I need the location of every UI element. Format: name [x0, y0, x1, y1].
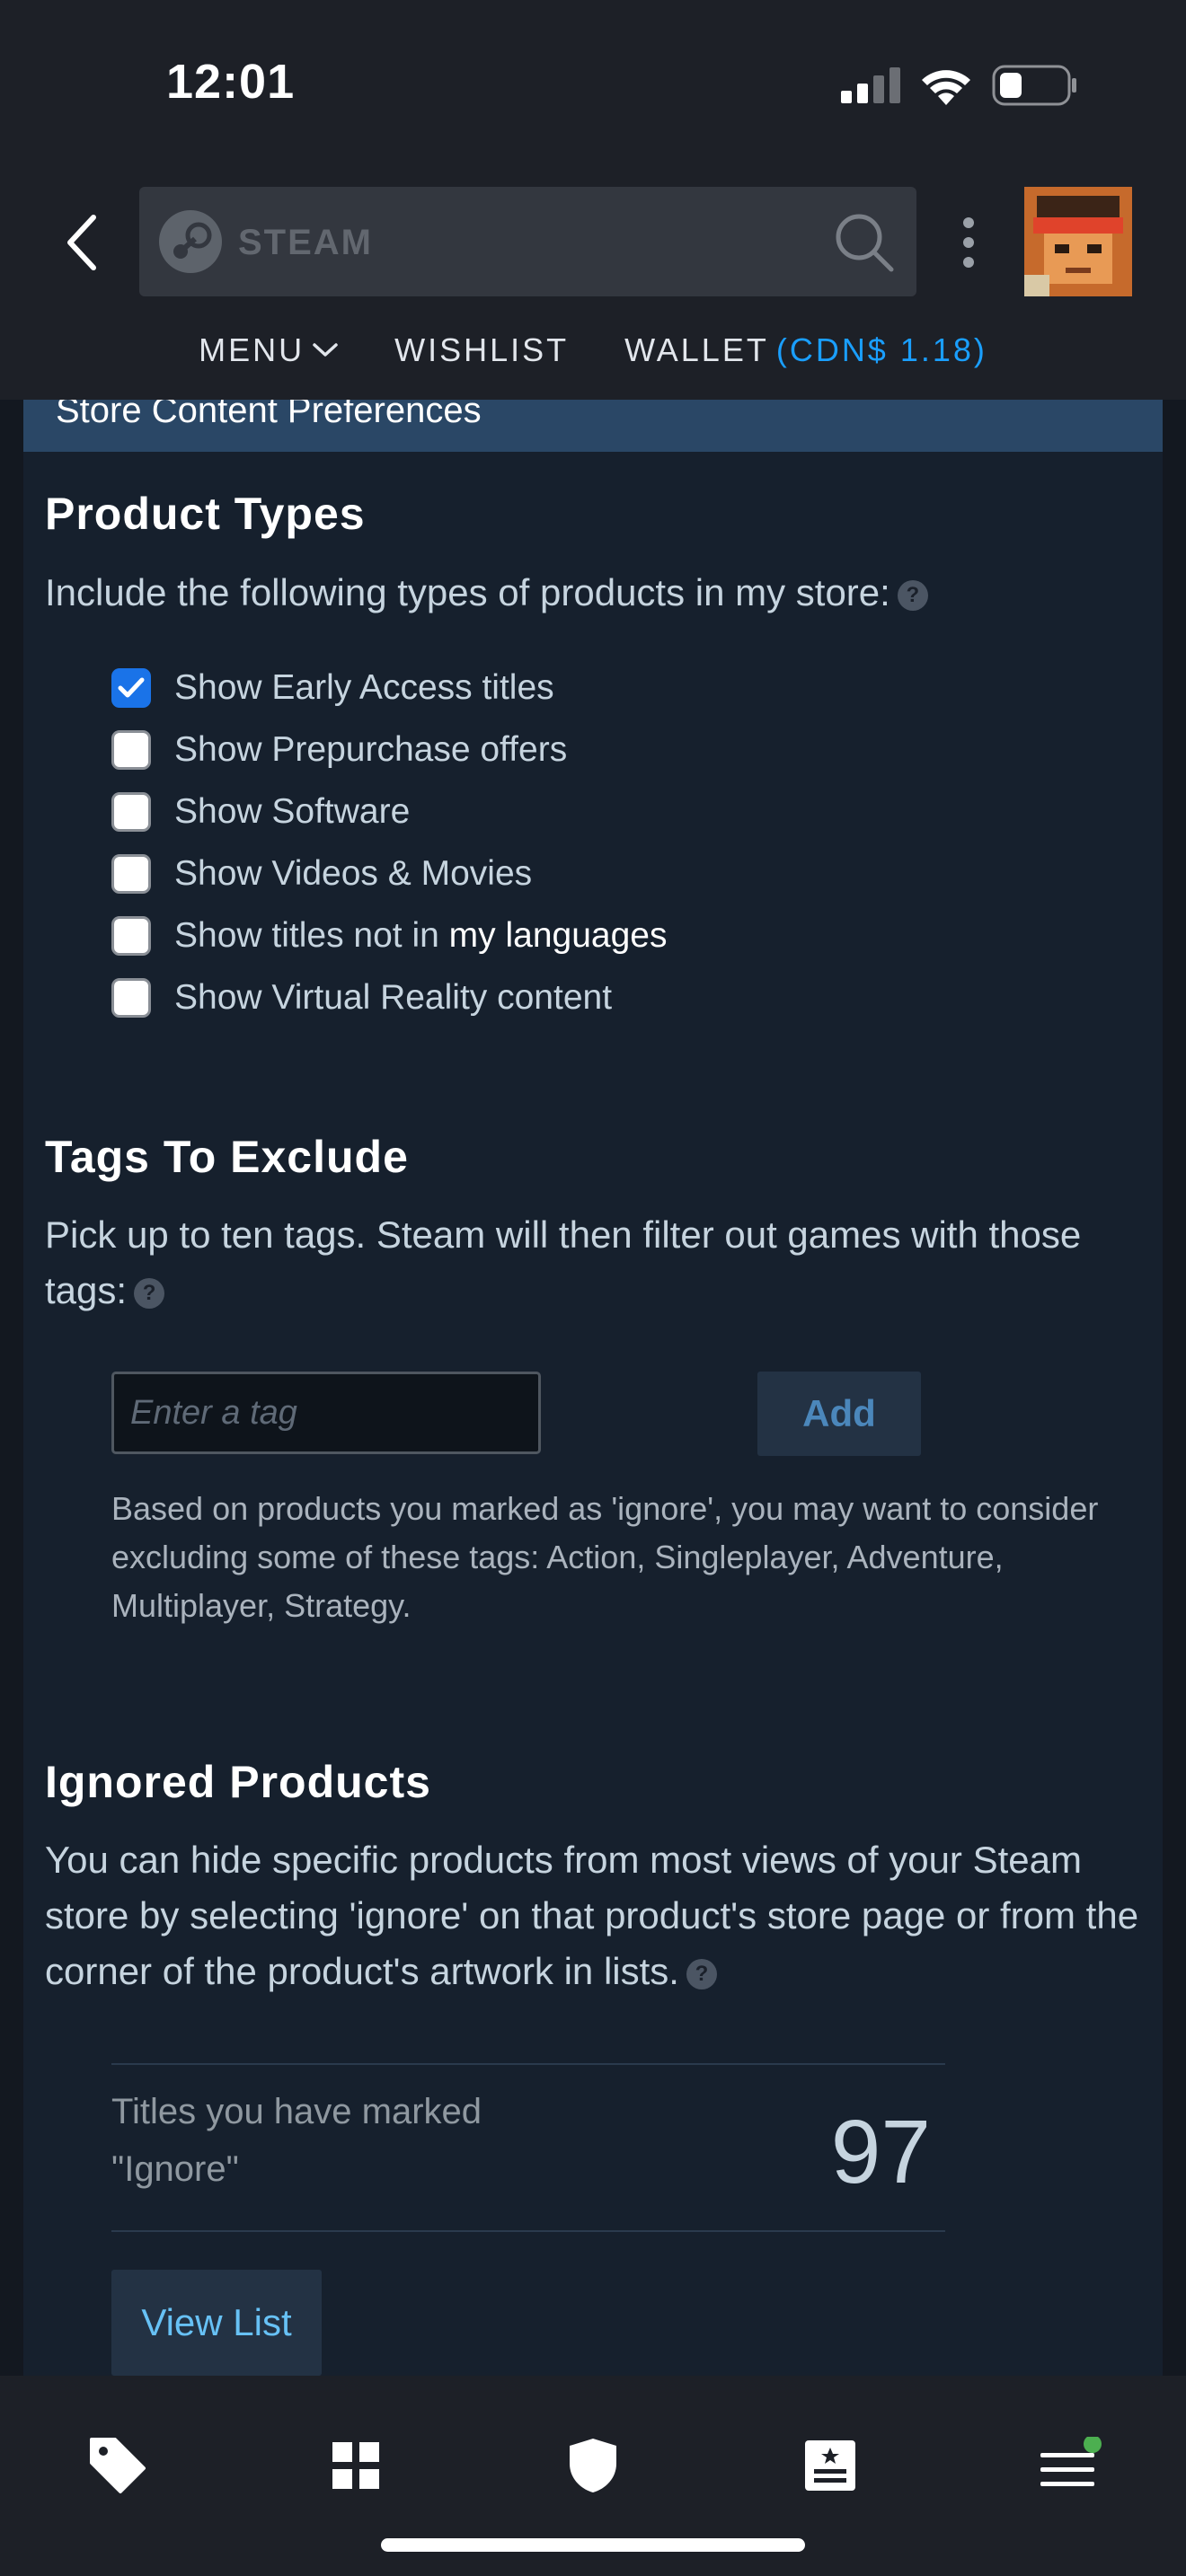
- status-time: 12:01: [166, 55, 296, 109]
- wifi-icon: [922, 70, 970, 105]
- tags-exclude-intro: Pick up to ten tags. Steam will then fil…: [45, 1207, 1159, 1319]
- battery-icon: [992, 65, 1076, 106]
- option-videos[interactable]: Show Videos & Movies: [111, 848, 532, 900]
- status-icons: [841, 63, 1078, 108]
- view-list-button[interactable]: View List: [111, 2270, 322, 2376]
- wallet-label: WALLET: [624, 331, 769, 368]
- tab-library[interactable]: [320, 2430, 392, 2501]
- ignored-intro-text: You can hide specific products from most…: [45, 1839, 1139, 1992]
- chevron-left-icon: [67, 215, 96, 270]
- tag-icon: [90, 2438, 146, 2493]
- product-types-intro-text: Include the following types of products …: [45, 571, 890, 613]
- ignored-products-intro: You can hide specific products from most…: [45, 1832, 1159, 1999]
- option-label: Show Software: [174, 792, 411, 831]
- search-bar[interactable]: STEAM: [139, 187, 916, 296]
- product-types-intro: Include the following types of products …: [45, 565, 1159, 621]
- ignored-count-value: 97: [830, 2102, 931, 2202]
- ignored-products-heading: Ignored Products: [45, 1757, 431, 1807]
- news-icon: [805, 2440, 855, 2491]
- checkbox-videos[interactable]: [111, 854, 151, 894]
- checkbox-software[interactable]: [111, 792, 151, 832]
- back-button[interactable]: [54, 207, 108, 278]
- section-header: Store Content Preferences: [23, 391, 1163, 452]
- ignored-count-label: Titles you have marked "Ignore": [111, 2092, 482, 2189]
- search-icon[interactable]: [830, 208, 897, 275]
- option-label: Show Prepurchase offers: [174, 730, 568, 769]
- tab-guard[interactable]: [557, 2430, 629, 2501]
- option-early-access[interactable]: Show Early Access titles: [111, 662, 554, 714]
- checkbox-other-languages[interactable]: [111, 916, 151, 956]
- tags-exclude-heading: Tags To Exclude: [45, 1132, 409, 1182]
- my-languages-link[interactable]: my languages: [449, 916, 668, 955]
- more-options-icon[interactable]: [960, 216, 978, 269]
- option-label: Show Early Access titles: [174, 668, 554, 707]
- help-icon[interactable]: ?: [686, 1958, 717, 1989]
- tags-exclude-intro-text: Pick up to ten tags. Steam will then fil…: [45, 1213, 1082, 1311]
- checkmark-icon: [118, 677, 145, 698]
- option-label: Show titles not in my languages: [174, 916, 668, 956]
- wallet-link[interactable]: WALLET (CDN$ 1.18): [624, 325, 987, 375]
- checkbox-prepurchase[interactable]: [111, 730, 151, 770]
- cellular-signal-icon: [841, 67, 900, 103]
- tag-input[interactable]: [111, 1372, 541, 1454]
- option-software[interactable]: Show Software: [111, 786, 410, 838]
- wishlist-label: WISHLIST: [394, 331, 570, 368]
- checkbox-early-access[interactable]: [111, 668, 151, 708]
- user-avatar[interactable]: [1024, 187, 1132, 296]
- menu-dropdown[interactable]: MENU: [199, 325, 339, 375]
- preferences-panel: Store Content Preferences Product Types …: [23, 391, 1163, 2376]
- product-types-heading: Product Types: [45, 489, 366, 539]
- menu-icon: [1040, 2437, 1102, 2486]
- store-nav: MENU WISHLIST WALLET (CDN$ 1.18): [0, 325, 1186, 375]
- wishlist-link[interactable]: WISHLIST: [394, 325, 569, 375]
- tab-store[interactable]: [82, 2430, 154, 2501]
- ignored-count-box: Titles you have marked "Ignore" 97: [111, 2063, 945, 2232]
- bottom-tab-bar: [0, 2376, 1186, 2576]
- top-bar: 12:01 STEAM MENU WISHLIST WALLET (CDN$ 1…: [0, 0, 1186, 400]
- grid-icon: [332, 2442, 379, 2489]
- option-label-prefix: Show titles not in: [174, 916, 449, 955]
- wallet-balance: (CDN$ 1.18): [775, 331, 987, 368]
- shield-icon: [570, 2439, 616, 2492]
- notification-dot: [1084, 2437, 1102, 2453]
- steam-wordmark: STEAM: [238, 223, 373, 262]
- option-prepurchase[interactable]: Show Prepurchase offers: [111, 724, 567, 776]
- add-tag-button[interactable]: Add: [757, 1372, 921, 1456]
- option-vr[interactable]: Show Virtual Reality content: [111, 972, 612, 1024]
- checkbox-vr[interactable]: [111, 978, 151, 1018]
- option-label: Show Virtual Reality content: [174, 978, 613, 1017]
- steam-logo-icon: [159, 210, 222, 273]
- option-other-languages[interactable]: Show titles not in my languages: [111, 910, 668, 962]
- home-indicator[interactable]: [381, 2538, 805, 2552]
- tag-suggestion-note: Based on products you marked as 'ignore'…: [111, 1490, 1099, 1624]
- chevron-down-icon: [313, 343, 338, 357]
- option-label: Show Videos & Movies: [174, 854, 533, 893]
- menu-label: MENU: [199, 331, 305, 368]
- help-icon[interactable]: ?: [897, 579, 928, 611]
- tab-menu[interactable]: [1031, 2430, 1103, 2501]
- tab-news[interactable]: [794, 2430, 866, 2501]
- help-icon[interactable]: ?: [134, 1277, 165, 1309]
